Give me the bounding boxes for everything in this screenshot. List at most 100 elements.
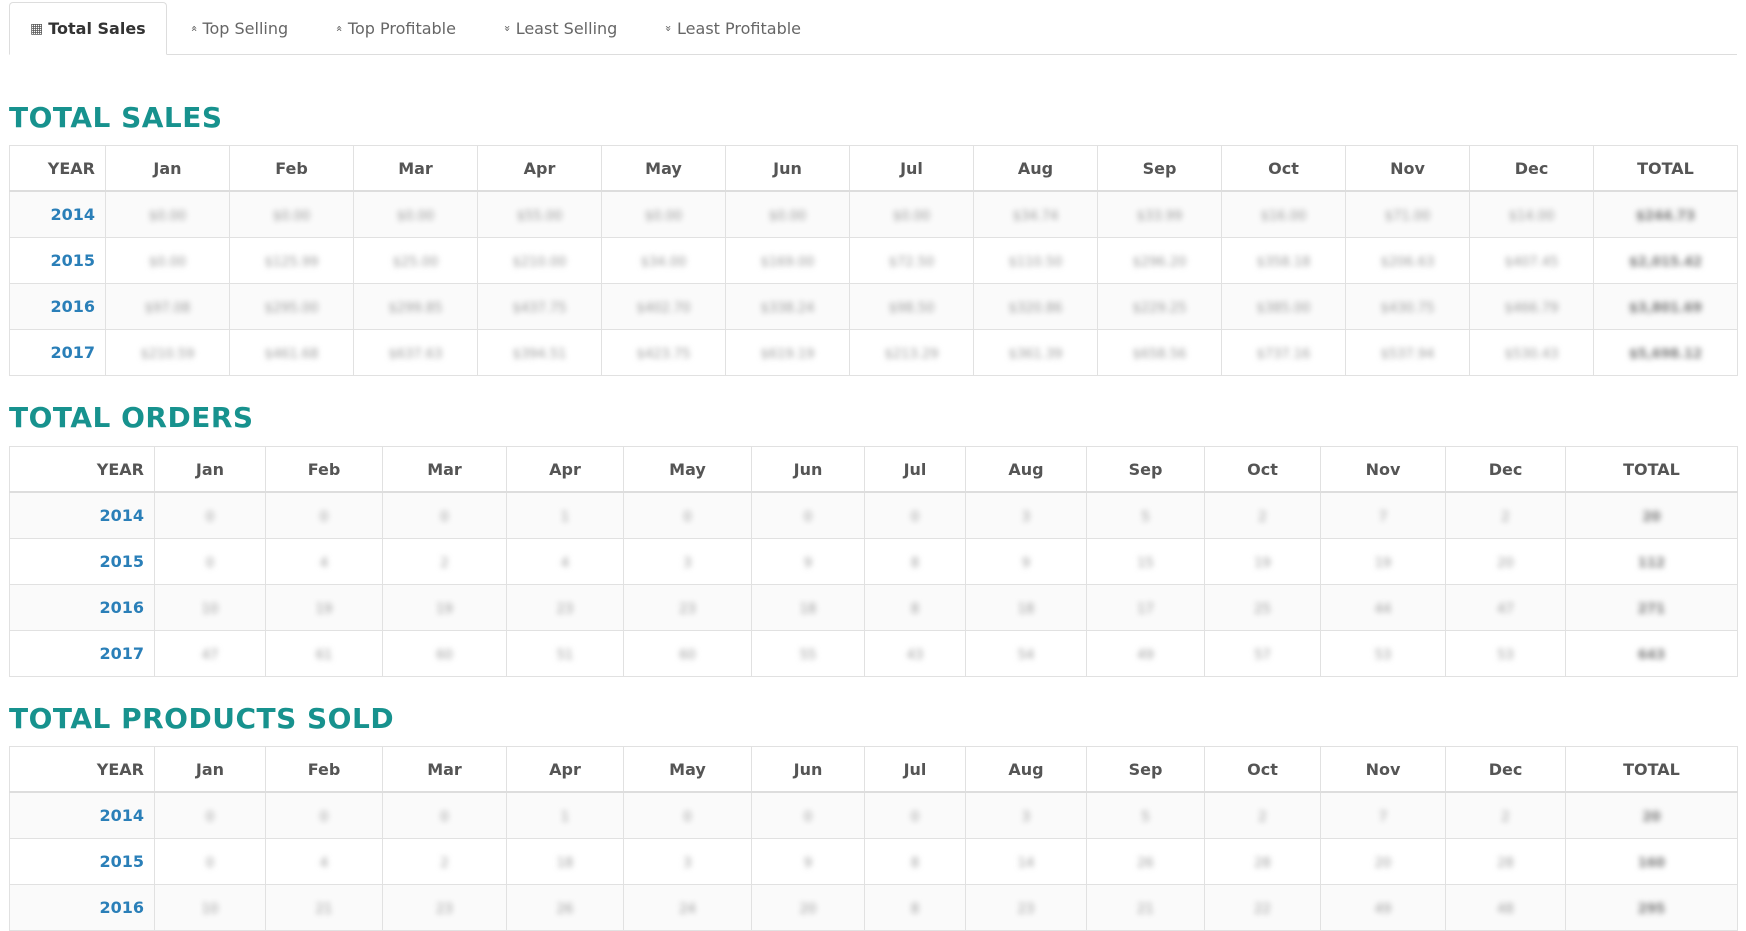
cell-value: 10 <box>201 602 219 617</box>
month-header: Sep <box>1086 746 1205 793</box>
year-link[interactable]: 2014 <box>9 190 106 238</box>
cell-value: $358.18 <box>1256 255 1311 270</box>
total-cell: $3,801.69 <box>1593 283 1738 330</box>
tab-least-selling[interactable]: » Least Selling <box>480 2 641 54</box>
cell-value: $537.94 <box>1380 347 1435 362</box>
month-header: Apr <box>506 446 624 493</box>
cell-value: $402.70 <box>636 301 691 316</box>
month-header: Jul <box>864 746 966 793</box>
month-cell: $55.00 <box>477 190 602 238</box>
month-cell: $358.18 <box>1221 237 1346 284</box>
total-products-sold-table: YEAR Jan Feb Mar Apr May Jun Jul Aug Sep Oct Nov Dec… <box>9 746 1738 931</box>
month-cell: 0 <box>623 791 752 839</box>
year-link[interactable]: 2016 <box>9 884 155 931</box>
cell-value: 4 <box>319 556 329 571</box>
month-header: Sep <box>1086 446 1205 493</box>
month-header: Apr <box>477 145 602 192</box>
year-link[interactable]: 2017 <box>9 630 155 677</box>
year-link[interactable]: 2014 <box>9 791 155 839</box>
cell-value: $0.00 <box>396 209 435 224</box>
cell-value: $0.00 <box>644 209 683 224</box>
cell-value: 22 <box>1254 902 1271 917</box>
cell-value: 24 <box>679 902 696 917</box>
total-value: 643 <box>1637 648 1666 663</box>
report-page: ▦ Total Sales «Top Selling «Top Profitabl… <box>0 0 1746 931</box>
total-cell: $5,698.12 <box>1593 329 1738 376</box>
month-header: Apr <box>506 746 624 793</box>
month-cell: 9 <box>965 538 1087 585</box>
month-cell: 0 <box>265 791 383 839</box>
cell-value: 23 <box>679 602 696 617</box>
month-header: Nov <box>1320 746 1446 793</box>
cell-value: $320.86 <box>1008 301 1063 316</box>
tab-top-profitable[interactable]: «Top Profitable <box>312 2 480 54</box>
month-cell: $71.00 <box>1345 190 1470 238</box>
cell-value: 2 <box>1258 510 1267 525</box>
month-header: Jan <box>154 446 266 493</box>
month-cell: $229.25 <box>1097 283 1222 330</box>
year-link[interactable]: 2016 <box>9 283 106 330</box>
month-cell: 18 <box>506 838 624 885</box>
month-cell: 14 <box>965 838 1087 885</box>
month-cell: 15 <box>1086 538 1205 585</box>
tab-total-sales[interactable]: ▦ Total Sales <box>9 2 167 55</box>
year-link[interactable]: 2017 <box>9 329 106 376</box>
month-cell: 0 <box>623 491 752 539</box>
month-cell: 19 <box>1320 538 1446 585</box>
month-cell: 51 <box>506 630 624 677</box>
total-value: 271 <box>1637 602 1666 617</box>
total-products-sold-title: TOTAL PRODUCTS SOLD <box>9 702 395 735</box>
month-cell: 0 <box>751 791 865 839</box>
month-cell: $0.00 <box>353 190 478 238</box>
month-header: Dec <box>1445 446 1566 493</box>
month-cell: $97.08 <box>105 283 230 330</box>
double-chevron-down-icon: » <box>662 24 676 32</box>
month-header: Nov <box>1320 446 1446 493</box>
cell-value: 15 <box>1137 556 1154 571</box>
tab-label: Top Profitable <box>347 18 456 38</box>
table-row: 2014 $0.00 $0.00 $0.00 $55.00 $0.00 $0.00 $0.00… <box>9 190 1738 238</box>
total-value: 20 <box>1642 510 1661 525</box>
year-link[interactable]: 2015 <box>9 237 106 284</box>
month-header: Mar <box>382 746 507 793</box>
year-link[interactable]: 2016 <box>9 584 155 631</box>
month-cell: 0 <box>751 491 865 539</box>
month-cell: 9 <box>751 538 865 585</box>
month-cell: 28 <box>1204 838 1321 885</box>
month-cell: $0.00 <box>105 237 230 284</box>
month-cell: $423.75 <box>601 329 726 376</box>
cell-value: $0.00 <box>768 209 807 224</box>
month-header: May <box>623 746 752 793</box>
cell-value: 7 <box>1378 510 1388 525</box>
tab-least-profitable[interactable]: » Least Profitable <box>641 2 825 54</box>
month-cell: $299.85 <box>353 283 478 330</box>
year-link[interactable]: 2014 <box>9 491 155 539</box>
cell-value: 53 <box>1374 648 1392 663</box>
month-cell: 2 <box>1204 491 1321 539</box>
year-link[interactable]: 2015 <box>9 538 155 585</box>
header-row: YEAR Jan Feb Mar Apr May Jun Jul Aug Sep Oct Nov Dec… <box>9 746 1738 793</box>
month-cell: 3 <box>623 838 752 885</box>
month-header: Aug <box>973 145 1098 192</box>
cell-value: 19 <box>436 602 453 617</box>
month-cell: $295.00 <box>229 283 354 330</box>
cell-value: 48 <box>1497 902 1514 917</box>
tab-top-selling[interactable]: «Top Selling <box>167 2 312 54</box>
month-cell: 3 <box>965 791 1087 839</box>
cell-value: 10 <box>201 902 219 917</box>
cell-value: 19 <box>315 602 333 617</box>
month-cell: 19 <box>265 584 383 631</box>
month-cell: 23 <box>506 584 624 631</box>
year-link[interactable]: 2015 <box>9 838 155 885</box>
tab-label: Top Selling <box>202 18 289 38</box>
cell-value: $385.00 <box>1256 301 1311 316</box>
month-header: Feb <box>265 746 383 793</box>
cell-value: $210.59 <box>140 347 195 362</box>
cell-value: 0 <box>319 510 329 525</box>
cell-value: 47 <box>201 648 219 663</box>
month-cell: $34.74 <box>973 190 1098 238</box>
table-row: 2014 0 0 0 1 0 0 0 3 5 2 7 2 20 <box>9 491 1738 539</box>
cell-value: $14.00 <box>1508 209 1555 224</box>
month-cell: $385.00 <box>1221 283 1346 330</box>
cell-value: 21 <box>1137 902 1154 917</box>
